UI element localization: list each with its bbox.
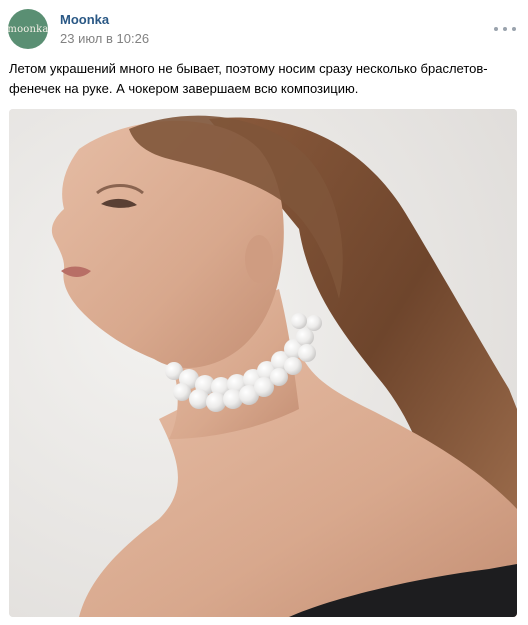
- more-dots-icon[interactable]: [494, 22, 516, 36]
- wall-post: moonka Moonka 23 июл в 10:26 Летом украш…: [0, 0, 528, 625]
- post-date[interactable]: 23 июл в 10:26: [60, 31, 149, 46]
- author-avatar[interactable]: moonka: [8, 9, 48, 49]
- author-name[interactable]: Moonka: [60, 12, 109, 27]
- post-text: Летом украшений много не бывает, поэтому…: [9, 61, 488, 96]
- post-photo[interactable]: [9, 109, 517, 617]
- avatar-logo-text: moonka: [8, 23, 48, 35]
